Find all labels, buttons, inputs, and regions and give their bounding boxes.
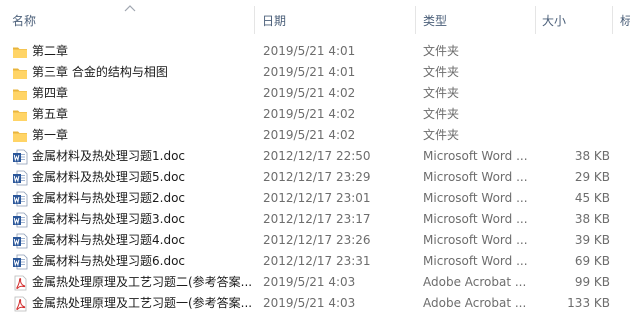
file-name: 第四章	[32, 86, 69, 100]
file-row[interactable]: 金属材料与热处理习题2.doc 2012/12/17 23:01 Microsoft…	[0, 188, 630, 209]
file-type: 文件夹	[423, 86, 460, 100]
file-row[interactable]: 金属材料及热处理习题5.doc 2012/12/17 23:29 Microsoft…	[0, 167, 630, 188]
file-type: Microsoft Word ...	[423, 191, 528, 205]
file-name: 金属材料及热处理习题5.doc	[32, 170, 186, 184]
file-name: 第二章	[32, 44, 69, 58]
column-divider[interactable]	[254, 6, 255, 34]
file-name: 第一章	[32, 128, 69, 142]
word-doc-icon	[12, 149, 28, 165]
file-size	[541, 83, 610, 104]
word-doc-icon	[12, 254, 28, 270]
file-date: 2012/12/17 23:29	[263, 170, 371, 184]
folder-icon	[12, 128, 28, 144]
file-date: 2012/12/17 22:50	[263, 149, 371, 163]
file-size: 69 KB	[574, 254, 610, 268]
file-size: 38 KB	[574, 212, 610, 226]
file-date: 2012/12/17 23:01	[263, 191, 371, 205]
file-date: 2012/12/17 23:17	[263, 212, 371, 226]
word-doc-icon	[12, 233, 28, 249]
file-row[interactable]: 金属材料与热处理习题4.doc 2012/12/17 23:26 Microsoft…	[0, 230, 630, 251]
file-size	[541, 62, 610, 83]
file-row[interactable]: 金属材料及热处理习题1.doc 2012/12/17 22:50 Microsoft…	[0, 146, 630, 167]
file-row[interactable]: 第三章 合金的结构与相图 2019/5/21 4:01 文件夹	[0, 62, 630, 83]
column-divider[interactable]	[535, 6, 536, 34]
file-size: 29 KB	[574, 170, 610, 184]
file-date: 2012/12/17 23:26	[263, 233, 371, 247]
file-row[interactable]: 金属热处理原理及工艺习题一(参考答案... 2019/5/21 4:03 Adobe…	[0, 293, 630, 314]
file-type: 文件夹	[423, 44, 460, 58]
file-size: 45 KB	[574, 191, 610, 205]
file-date: 2012/12/17 23:31	[263, 254, 371, 268]
file-name: 第三章 合金的结构与相图	[32, 65, 168, 79]
file-date: 2019/5/21 4:01	[263, 44, 356, 58]
file-date: 2019/5/21 4:02	[263, 107, 356, 121]
file-size: 39 KB	[574, 233, 610, 247]
file-row[interactable]: 第一章 2019/5/21 4:02 文件夹	[0, 125, 630, 146]
file-date: 2019/5/21 4:02	[263, 128, 356, 142]
file-name: 金属材料及热处理习题1.doc	[32, 149, 186, 163]
file-name: 金属热处理原理及工艺习题一(参考答案...	[32, 296, 253, 310]
file-type: Adobe Acrobat ...	[423, 296, 527, 310]
file-name: 金属材料与热处理习题4.doc	[32, 233, 186, 247]
file-type: Microsoft Word ...	[423, 149, 528, 163]
column-divider[interactable]	[612, 6, 613, 34]
file-type: Microsoft Word ...	[423, 170, 528, 184]
pdf-icon	[12, 275, 28, 291]
file-date: 2019/5/21 4:01	[263, 65, 356, 79]
file-row[interactable]: 金属材料与热处理习题3.doc 2012/12/17 23:17 Microsoft…	[0, 209, 630, 230]
file-name: 第五章	[32, 107, 69, 121]
file-size	[541, 104, 610, 125]
file-name: 金属热处理原理及工艺习题二(参考答案...	[32, 275, 253, 289]
column-header-date[interactable]: 日期	[262, 0, 412, 38]
word-doc-icon	[12, 191, 28, 207]
folder-icon	[12, 86, 28, 102]
file-type: 文件夹	[423, 65, 460, 79]
file-size: 133 KB	[567, 296, 610, 310]
word-doc-icon	[12, 170, 28, 186]
file-size	[541, 125, 610, 146]
column-header-name[interactable]: 名称	[12, 0, 252, 38]
file-row[interactable]: 金属材料与热处理习题6.doc 2012/12/17 23:31 Microsoft…	[0, 251, 630, 272]
column-divider[interactable]	[415, 6, 416, 34]
file-name: 金属材料与热处理习题3.doc	[32, 212, 186, 226]
file-type: Microsoft Word ...	[423, 254, 528, 268]
file-date: 2019/5/21 4:02	[263, 86, 356, 100]
column-header-size[interactable]: 大小	[542, 0, 610, 38]
column-header-bar: 名称 日期 类型 大小 标	[0, 0, 630, 38]
file-type: Adobe Acrobat ...	[423, 275, 527, 289]
folder-icon	[12, 65, 28, 81]
file-size: 99 KB	[574, 275, 610, 289]
folder-icon	[12, 44, 28, 60]
file-type: Microsoft Word ...	[423, 212, 528, 226]
column-header-extra[interactable]: 标	[620, 0, 630, 38]
file-size: 38 KB	[574, 149, 610, 163]
file-list: 第二章 2019/5/21 4:01 文件夹 第三章 合金的结构与相图 2019/5/2…	[0, 41, 630, 314]
file-type: 文件夹	[423, 107, 460, 121]
file-name: 金属材料与热处理习题6.doc	[32, 254, 186, 268]
file-size	[541, 41, 610, 62]
file-date: 2019/5/21 4:03	[263, 296, 356, 310]
file-row[interactable]: 第五章 2019/5/21 4:02 文件夹	[0, 104, 630, 125]
file-date: 2019/5/21 4:03	[263, 275, 356, 289]
file-row[interactable]: 金属热处理原理及工艺习题二(参考答案... 2019/5/21 4:03 Adobe…	[0, 272, 630, 293]
file-row[interactable]: 第四章 2019/5/21 4:02 文件夹	[0, 83, 630, 104]
file-type: Microsoft Word ...	[423, 233, 528, 247]
word-doc-icon	[12, 212, 28, 228]
column-header-type[interactable]: 类型	[423, 0, 533, 38]
file-name: 金属材料与热处理习题2.doc	[32, 191, 186, 205]
file-row[interactable]: 第二章 2019/5/21 4:01 文件夹	[0, 41, 630, 62]
pdf-icon	[12, 296, 28, 312]
folder-icon	[12, 107, 28, 123]
file-type: 文件夹	[423, 128, 460, 142]
